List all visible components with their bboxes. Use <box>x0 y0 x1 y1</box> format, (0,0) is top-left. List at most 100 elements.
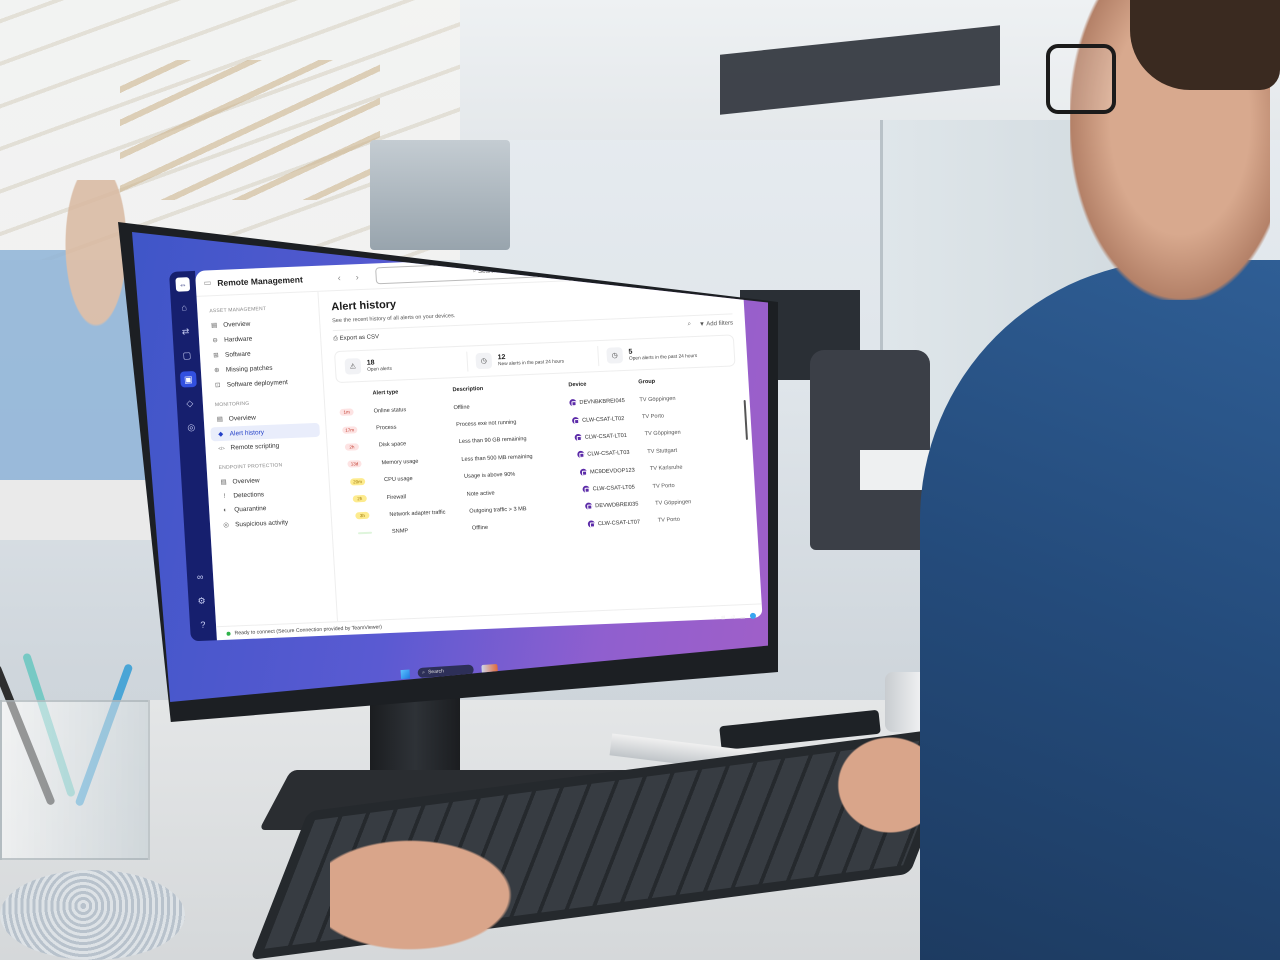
forward-chevron-icon[interactable]: › <box>351 271 364 282</box>
table-search-icon[interactable]: ⌕ <box>687 321 691 328</box>
system-tray: ^ ▤ ◁) ▬ <box>714 612 757 622</box>
remote-management-window: ⇔ ⌂ ⇄ ▢ ▣ ◇ ◎ ∞ ⚙ ? ▭ Remote Management … <box>169 248 763 642</box>
alert-history-icon: ◆ <box>218 430 224 439</box>
background-machine <box>370 140 510 250</box>
description-cell: Offline <box>471 525 489 532</box>
home-icon[interactable]: ⌂ <box>176 299 193 316</box>
teamviewer-logo-icon[interactable]: ⇔ <box>175 277 191 292</box>
app-body: Asset management ▤ Overview ⊖ Hardware ⊞ So… <box>196 274 762 627</box>
add-filters-label: Add filters <box>706 319 734 328</box>
age-cell: 13d <box>345 454 380 473</box>
support-icon[interactable]: ◎ <box>183 419 200 436</box>
quarantine-icon: ◐ <box>223 506 228 514</box>
device-cell[interactable]: CLW-CSAT-LT07 <box>585 512 656 532</box>
device-name: CLW-CSAT-LT01 <box>584 432 628 441</box>
device-name: CLW-CSAT-LT05 <box>592 484 635 493</box>
age-cell: 17m <box>340 420 375 439</box>
settings-icon[interactable]: ⚙ <box>193 593 210 610</box>
device-icon <box>585 502 593 511</box>
age-cell: 2h <box>342 437 377 456</box>
overview-icon: ▤ <box>220 478 227 486</box>
transfer-icon[interactable]: ⇄ <box>177 323 194 340</box>
device-name: CLW-CSAT-LT02 <box>581 415 625 424</box>
sidebar-item-label: Quarantine <box>234 505 267 514</box>
alerts-table-body: 1m Online status Offline DEVNBKBREI045 TV Gö… <box>337 387 745 543</box>
age-cell <box>356 524 391 543</box>
link-icon[interactable]: ∞ <box>192 569 209 586</box>
device-name: DEVNBKBREI045 <box>579 398 626 407</box>
alerts-table: Alert type Description Device Group 1m On… <box>336 373 745 542</box>
device-name: MC9DEVDOP123 <box>589 467 635 476</box>
left-hand <box>330 830 530 960</box>
sidebar-item-label: Software deployment <box>226 378 289 389</box>
deployment-icon: ⊡ <box>214 381 221 390</box>
sidebar-section-asset-management: Asset management <box>209 305 267 315</box>
tray-network-icon[interactable]: ▤ <box>721 615 726 621</box>
background-desk-left <box>0 480 160 540</box>
coaster <box>0 870 185 960</box>
device-icon <box>582 485 590 493</box>
back-chevron-icon[interactable]: ‹ <box>333 272 346 282</box>
windows-start-icon[interactable] <box>399 669 410 679</box>
column-header-age <box>336 389 371 404</box>
status-text: Ready to connect (Secure Connection prov… <box>234 623 383 637</box>
age-cell: 20m <box>348 472 383 491</box>
main-content: Alert history See the recent history of … <box>318 274 761 621</box>
device-management-icon[interactable]: ▣ <box>179 370 197 388</box>
clock-icon: ◷ <box>475 352 493 370</box>
sidebar-item-label: Overview <box>228 413 257 423</box>
export-label: Export as CSV <box>339 334 380 342</box>
filter-icon: ▼ <box>698 321 706 328</box>
add-filters-button[interactable]: ▼ Add filters <box>699 320 733 327</box>
age-badge: 2h <box>344 443 360 451</box>
patch-icon: ⊛ <box>213 366 220 375</box>
age-cell: 1m <box>337 403 372 422</box>
taskbar-search-placeholder: Search <box>427 668 445 676</box>
stat-label: Open alerts <box>366 366 393 373</box>
export-csv-button[interactable]: ⎙ Export as CSV <box>333 334 379 343</box>
tray-chevron-icon[interactable]: ^ <box>714 616 716 621</box>
notification-icon[interactable] <box>749 612 757 620</box>
remote-session-icon[interactable]: ▢ <box>179 347 196 364</box>
sidebar-section-monitoring: Monitoring <box>214 400 250 409</box>
monitor-screen: ⇔ ⌂ ⇄ ▢ ▣ ◇ ◎ ∞ ⚙ ? ▭ Remote Management … <box>132 232 768 702</box>
hair <box>1130 0 1280 90</box>
code-icon: </> <box>218 445 225 452</box>
stat-open-alerts: ⚠ 18 Open alerts <box>340 351 469 377</box>
app-title: Remote Management <box>216 273 304 288</box>
tray-battery-icon[interactable]: ▬ <box>740 614 745 619</box>
stat-open-alerts-24h: ◷ 5 Open alerts in the past 24 hours <box>602 341 729 366</box>
device-icon <box>569 399 577 407</box>
help-icon[interactable]: ? <box>195 617 212 634</box>
sidebar-item-label: Remote scripting <box>230 442 280 452</box>
pen-holder <box>0 700 150 860</box>
app-panel: ▭ Remote Management ‹ › ⌕ Search Ctrl + … <box>194 248 763 641</box>
stat-new-alerts-24h: ◷ 12 New alerts in the past 24 hours <box>471 346 600 372</box>
sidebar-item-label: Overview <box>232 476 260 485</box>
device-icon <box>574 433 582 442</box>
suspicious-activity-icon: ◎ <box>223 521 230 529</box>
sidebar-item-label: Suspicious activity <box>234 518 289 528</box>
age-badge: 2h <box>352 494 367 503</box>
age-cell: 3h <box>353 506 388 525</box>
alert-type-cell: SNMP <box>391 528 409 536</box>
sidebar-section-endpoint-protection: Endpoint protection <box>218 462 283 472</box>
tag-icon[interactable]: ◇ <box>181 395 198 412</box>
panel-toggle-icon[interactable]: ▭ <box>203 278 211 287</box>
age-badge: 17m <box>342 425 358 434</box>
device-icon <box>579 468 588 476</box>
age-cell: 2h <box>350 489 385 508</box>
device-icon <box>577 451 585 459</box>
tray-volume-icon[interactable]: ◁) <box>730 614 735 620</box>
age-badge: 13d <box>347 460 362 468</box>
overview-icon: ▤ <box>216 415 224 424</box>
sidebar: Asset management ▤ Overview ⊖ Hardware ⊞ So… <box>196 291 339 627</box>
sidebar-item-label: Missing patches <box>225 364 273 374</box>
sidebar-item-label: Overview <box>223 320 251 329</box>
exclamation-icon: ! <box>223 492 226 500</box>
connection-status-dot <box>226 631 231 636</box>
blue-shirt <box>920 260 1280 960</box>
device-icon <box>571 416 580 424</box>
table-scrollbar[interactable] <box>743 399 748 440</box>
age-badge <box>357 531 373 535</box>
